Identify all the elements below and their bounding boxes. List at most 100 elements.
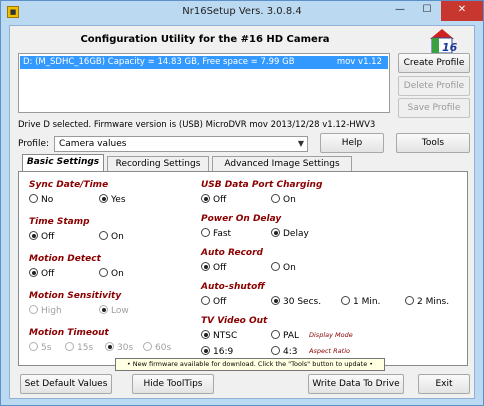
radio-indicator bbox=[271, 194, 280, 203]
radio-timeout-15s[interactable]: 15s bbox=[65, 342, 93, 354]
radio-usb-charging-on[interactable]: On bbox=[271, 194, 296, 206]
radio-tv-ntsc[interactable]: NTSC bbox=[201, 330, 237, 342]
section-title: Motion Sensitivity bbox=[29, 291, 122, 301]
hide-tooltips-button[interactable]: Hide ToolTips bbox=[132, 374, 214, 394]
radio-indicator bbox=[271, 262, 280, 271]
radio-sensitivity-low[interactable]: Low bbox=[99, 305, 129, 317]
set-default-values-button[interactable]: Set Default Values bbox=[20, 374, 112, 394]
radio-label: Yes bbox=[111, 195, 126, 205]
drive-list-item[interactable]: D: (M_SDHC_16GB) Capacity = 14.83 GB, Fr… bbox=[20, 56, 388, 69]
radio-label: High bbox=[41, 306, 62, 316]
section-title: Auto-shutoff bbox=[201, 282, 265, 292]
profile-label: Profile: bbox=[18, 139, 50, 149]
radio-sync-no[interactable]: No bbox=[29, 194, 53, 206]
page-title: Configuration Utility for the #16 HD Cam… bbox=[80, 34, 330, 45]
radio-shutoff-off[interactable]: Off bbox=[201, 296, 226, 308]
save-profile-button[interactable]: Save Profile bbox=[398, 98, 470, 118]
radio-indicator bbox=[271, 330, 280, 339]
create-profile-button[interactable]: Create Profile bbox=[398, 53, 470, 73]
radio-indicator bbox=[99, 231, 108, 240]
radio-power-delay-delay[interactable]: Delay bbox=[271, 228, 309, 240]
section-title: Time Stamp bbox=[29, 217, 90, 227]
section-title: Sync Date/Time bbox=[29, 180, 109, 190]
radio-label: Off bbox=[213, 195, 227, 205]
radio-indicator bbox=[29, 231, 38, 240]
section-title: TV Video Out bbox=[201, 316, 268, 326]
radio-aspect-16-9[interactable]: 16:9 bbox=[201, 346, 233, 358]
profile-select[interactable]: Camera values ▼ bbox=[54, 136, 308, 152]
radio-power-delay-fast[interactable]: Fast bbox=[201, 228, 231, 240]
section-title: Motion Timeout bbox=[29, 328, 109, 338]
radio-label: 30s bbox=[117, 343, 134, 353]
radio-label: Off bbox=[41, 232, 55, 242]
radio-timestamp-off[interactable]: Off bbox=[29, 231, 54, 243]
radio-label: Fast bbox=[213, 229, 232, 239]
radio-label: On bbox=[111, 269, 124, 279]
radio-label: Off bbox=[213, 263, 227, 273]
status-text: Drive D selected. Firmware version is (U… bbox=[18, 120, 376, 130]
radio-label: Delay bbox=[283, 229, 309, 239]
maximize-button[interactable]: ☐ bbox=[414, 1, 440, 21]
radio-label: Low bbox=[111, 306, 129, 316]
chevron-down-icon: ▼ bbox=[297, 139, 304, 148]
tab-advanced-image-settings[interactable]: Advanced Image Settings bbox=[212, 156, 352, 172]
client-area: Configuration Utility for the #16 HD Cam… bbox=[9, 25, 475, 399]
radio-label: Off bbox=[41, 269, 55, 279]
radio-sync-yes[interactable]: Yes bbox=[99, 194, 126, 206]
radio-tv-pal[interactable]: PAL bbox=[271, 330, 299, 342]
radio-usb-charging-off[interactable]: Off bbox=[201, 194, 226, 206]
radio-indicator bbox=[201, 228, 210, 237]
exit-button[interactable]: Exit bbox=[418, 374, 470, 394]
section-title: Power On Delay bbox=[201, 214, 282, 224]
radio-auto-record-on[interactable]: On bbox=[271, 262, 296, 274]
write-data-button[interactable]: Write Data To Drive bbox=[308, 374, 404, 394]
radio-indicator bbox=[201, 330, 210, 339]
minimize-button[interactable]: — bbox=[387, 1, 413, 21]
radio-indicator bbox=[201, 346, 210, 355]
radio-indicator bbox=[201, 194, 210, 203]
radio-motion-off[interactable]: Off bbox=[29, 268, 54, 280]
radio-indicator bbox=[341, 296, 350, 305]
radio-label: 4:3 bbox=[283, 347, 298, 357]
radio-indicator bbox=[271, 228, 280, 237]
radio-indicator bbox=[99, 194, 108, 203]
section-title: USB Data Port Charging bbox=[201, 180, 323, 190]
radio-label: 5s bbox=[41, 343, 52, 353]
display-mode-note: Display Mode bbox=[309, 331, 353, 339]
tab-basic-settings[interactable]: Basic Settings bbox=[22, 154, 104, 172]
radio-label: 16:9 bbox=[213, 347, 234, 357]
basic-settings-panel: Sync Date/Time No Yes Time Stamp Off On … bbox=[18, 171, 468, 366]
radio-timeout-30s[interactable]: 30s bbox=[105, 342, 133, 354]
radio-indicator bbox=[29, 342, 38, 351]
radio-label: 2 Mins. bbox=[417, 297, 450, 307]
radio-indicator bbox=[143, 342, 152, 351]
radio-label: On bbox=[283, 263, 296, 273]
radio-shutoff-1min[interactable]: 1 Min. bbox=[341, 296, 380, 308]
radio-sensitivity-high[interactable]: High bbox=[29, 305, 62, 317]
delete-profile-button[interactable]: Delete Profile bbox=[398, 76, 470, 96]
radio-timeout-60s[interactable]: 60s bbox=[143, 342, 171, 354]
tools-button[interactable]: Tools bbox=[396, 133, 470, 153]
help-button[interactable]: Help bbox=[320, 133, 384, 153]
close-button[interactable]: ✕ bbox=[441, 1, 483, 21]
radio-label: Off bbox=[213, 297, 227, 307]
radio-indicator bbox=[99, 305, 108, 314]
radio-indicator bbox=[99, 268, 108, 277]
drive-list[interactable]: D: (M_SDHC_16GB) Capacity = 14.83 GB, Fr… bbox=[18, 53, 390, 113]
radio-indicator bbox=[29, 194, 38, 203]
tab-recording-settings[interactable]: Recording Settings bbox=[107, 156, 209, 172]
radio-label: PAL bbox=[283, 331, 300, 341]
radio-aspect-4-3[interactable]: 4:3 bbox=[271, 346, 297, 358]
radio-shutoff-2min[interactable]: 2 Mins. bbox=[405, 296, 449, 308]
radio-motion-on[interactable]: On bbox=[99, 268, 124, 280]
radio-auto-record-off[interactable]: Off bbox=[201, 262, 226, 274]
radio-label: On bbox=[111, 232, 124, 242]
radio-shutoff-30s[interactable]: 30 Secs. bbox=[271, 296, 321, 308]
radio-label: 30 Secs. bbox=[283, 297, 322, 307]
radio-timestamp-on[interactable]: On bbox=[99, 231, 124, 243]
radio-indicator bbox=[271, 296, 280, 305]
title-bar[interactable]: ■ Nr16Setup Vers. 3.0.8.4 — ☐ ✕ bbox=[1, 1, 483, 25]
app-window: ■ Nr16Setup Vers. 3.0.8.4 — ☐ ✕ Configur… bbox=[0, 0, 484, 406]
camera-logo: 16 bbox=[430, 29, 458, 54]
radio-timeout-5s[interactable]: 5s bbox=[29, 342, 51, 354]
